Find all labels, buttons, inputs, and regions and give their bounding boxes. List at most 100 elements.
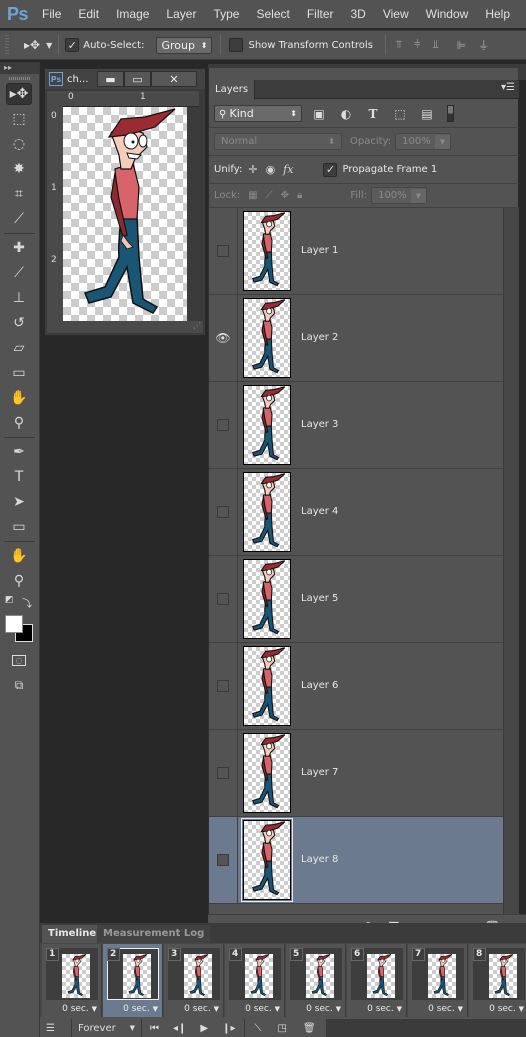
tween-icon[interactable]: ⟍ <box>255 1023 262 1034</box>
animation-frame[interactable]: 2 0 sec. ▼ <box>103 944 163 1017</box>
menu-type[interactable]: Type <box>213 7 239 21</box>
eyedropper-tool-button[interactable]: ⟋ <box>6 208 32 230</box>
animation-frame[interactable]: 3 0 sec. ▼ <box>164 944 224 1017</box>
path-selection-tool-button[interactable]: ➤ <box>6 491 32 513</box>
type-tool-button[interactable]: T <box>6 466 32 488</box>
tools-panel-grip[interactable] <box>9 77 30 80</box>
layer-row[interactable]: Layer 6 <box>209 643 503 730</box>
filter-toggle-switch[interactable] <box>447 105 454 122</box>
layer-name[interactable]: Layer 3 <box>301 419 338 430</box>
visibility-toggle[interactable] <box>209 643 238 729</box>
delete-frame-icon[interactable]: 🗑︎ <box>303 1023 316 1034</box>
lock-transparency-icon[interactable]: ▦ <box>248 190 257 201</box>
layer-thumbnail[interactable] <box>243 211 291 291</box>
minimize-button[interactable]: ▬ <box>97 71 124 87</box>
document-titlebar[interactable]: Ps ch... ▬ ▭ ✕ <box>45 69 205 89</box>
layer-name[interactable]: Layer 2 <box>301 332 338 343</box>
menu-3d[interactable]: 3D <box>351 7 366 21</box>
lock-all-icon[interactable]: 🔒︎ <box>297 190 302 201</box>
duplicate-frame-icon[interactable]: ◳ <box>278 1023 287 1034</box>
layer-name[interactable]: Layer 5 <box>301 593 338 604</box>
blur-tool-button[interactable]: ✋ <box>6 387 32 409</box>
layer-row[interactable]: Layer 3 <box>209 382 503 469</box>
marquee-tool-button[interactable]: ⬚ <box>6 108 32 130</box>
unify-visibility-icon[interactable]: ◉ <box>266 163 276 176</box>
quick-mask-button[interactable]: ◌ <box>6 649 32 671</box>
close-button[interactable]: ✕ <box>151 71 197 87</box>
type-layer-filter-icon[interactable]: T <box>366 107 380 121</box>
lock-position-icon[interactable]: ✥ <box>281 190 289 201</box>
menu-file[interactable]: File <box>42 7 61 21</box>
layer-row[interactable]: Layer 5 <box>209 556 503 643</box>
lasso-tool-button[interactable]: ◌ <box>6 133 32 155</box>
show-transform-checkbox[interactable] <box>229 38 244 52</box>
visibility-toggle[interactable] <box>209 382 238 468</box>
menu-select[interactable]: Select <box>256 7 289 21</box>
menu-window[interactable]: Window <box>426 7 469 21</box>
lock-pixels-icon[interactable]: ⟋ <box>266 190 273 201</box>
healing-brush-tool-button[interactable]: ✚ <box>6 237 32 259</box>
tab-timeline[interactable]: Timeline <box>42 925 103 943</box>
vertical-ruler[interactable]: 0 1 2 <box>47 107 63 327</box>
frame-delay-select[interactable]: 0 sec. ▼ <box>367 1004 402 1014</box>
animation-frame[interactable]: 1 0 sec. ▼ <box>42 944 102 1017</box>
animation-frame[interactable]: 6 0 sec. ▼ <box>347 944 407 1017</box>
layer-thumbnail[interactable] <box>243 472 291 552</box>
horizontal-ruler[interactable]: 0 1 <box>63 91 199 107</box>
layer-row[interactable]: Layer 4 <box>209 469 503 556</box>
crop-tool-button[interactable]: ⌗ <box>6 183 32 205</box>
layer-thumbnail[interactable] <box>243 646 291 726</box>
auto-select-target-select[interactable]: Group ⬍ <box>156 36 213 54</box>
frame-delay-select[interactable]: 0 sec. ▼ <box>245 1004 280 1014</box>
layer-row[interactable]: Layer 8 <box>209 817 503 904</box>
shape-layer-filter-icon[interactable]: ⬚ <box>393 107 407 121</box>
layer-row[interactable]: Layer 7 <box>209 730 503 817</box>
frame-delay-select[interactable]: 0 sec. ▼ <box>184 1004 219 1014</box>
document-canvas[interactable] <box>63 107 187 325</box>
visibility-toggle[interactable] <box>209 556 238 642</box>
foreground-color-swatch[interactable] <box>5 615 23 633</box>
ruler-origin[interactable] <box>47 91 63 107</box>
frame-delay-select[interactable]: 0 sec. ▼ <box>489 1004 524 1014</box>
menu-view[interactable]: View <box>383 7 409 21</box>
pen-tool-button[interactable]: ✒ <box>6 441 32 463</box>
menu-layer[interactable]: Layer <box>166 7 196 21</box>
default-colors-icon[interactable]: ◩ <box>5 595 14 605</box>
pixel-layer-filter-icon[interactable]: ▣ <box>312 107 326 121</box>
swap-colors-icon[interactable]: ⤵ <box>22 595 32 610</box>
filter-kind-select[interactable]: ⚲ Kind ⬍ <box>214 105 302 122</box>
propagate-frame-checkbox[interactable]: ✓ <box>323 162 338 177</box>
animation-frame[interactable]: 8 0 sec. ▼ <box>469 944 526 1017</box>
layer-name[interactable]: Layer 8 <box>301 854 338 865</box>
layer-thumbnail[interactable] <box>243 298 291 378</box>
visibility-toggle[interactable] <box>209 208 238 294</box>
tab-measurement-log[interactable]: Measurement Log <box>97 925 211 943</box>
previous-frame-icon[interactable]: ◂❙ <box>173 1023 186 1034</box>
menu-filter[interactable]: Filter <box>307 7 334 21</box>
frame-delay-select[interactable]: 0 sec. ▼ <box>306 1004 341 1014</box>
layers-scrollbar[interactable] <box>503 208 519 916</box>
unify-style-icon[interactable]: fx <box>283 163 293 176</box>
options-bar-grip[interactable] <box>5 35 9 55</box>
play-icon[interactable]: ▶ <box>200 1023 208 1034</box>
align-left-icon[interactable]: ⊫ <box>457 39 467 52</box>
align-top-icon[interactable]: ⫪ <box>396 38 402 52</box>
rectangle-tool-button[interactable]: ▭ <box>6 516 32 538</box>
expand-panel-icon[interactable]: ▸▸ <box>0 62 39 74</box>
hand-tool-button[interactable]: ✋ <box>6 545 32 567</box>
adjustment-layer-filter-icon[interactable]: ◐ <box>339 107 353 121</box>
frame-delay-select[interactable]: 0 sec. ▼ <box>123 1004 158 1014</box>
brush-tool-button[interactable]: ⟋ <box>6 262 32 284</box>
move-tool-preset-icon[interactable]: ▸✥ <box>24 38 40 52</box>
panel-menu-icon[interactable]: ▾☰ <box>501 82 515 93</box>
screen-mode-button[interactable]: ⧉ <box>6 674 32 696</box>
align-hcenter-icon[interactable]: ⏚ <box>478 37 489 53</box>
auto-select-checkbox[interactable]: ✓ <box>65 38 80 52</box>
tab-layers[interactable]: Layers <box>209 80 256 100</box>
visibility-toggle[interactable]: 👁︎ <box>209 295 238 381</box>
layer-name[interactable]: Layer 6 <box>301 680 338 691</box>
layer-thumbnail[interactable] <box>243 385 291 465</box>
frame-delay-select[interactable]: 0 sec. ▼ <box>62 1004 97 1014</box>
align-bottom-icon[interactable]: ⫫ <box>432 38 438 52</box>
smart-object-filter-icon[interactable]: ▤ <box>420 107 434 121</box>
